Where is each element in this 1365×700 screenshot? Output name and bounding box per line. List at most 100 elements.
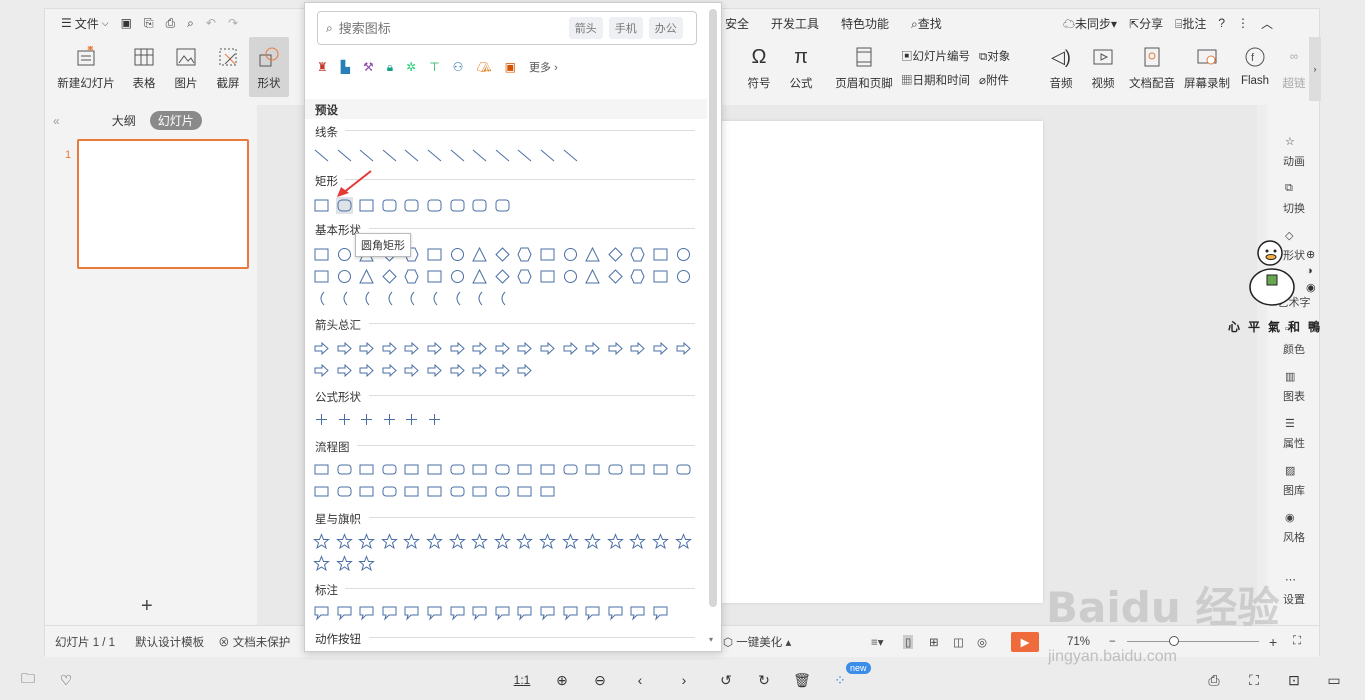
line-shape-icon[interactable] <box>562 147 579 164</box>
star-shape-icon[interactable] <box>313 533 330 550</box>
building-icon[interactable]: ▙ <box>341 60 350 74</box>
star-shape-icon[interactable] <box>358 555 376 572</box>
slide-thumbnail[interactable] <box>77 139 249 269</box>
sorter-view-icon[interactable]: ⊞ <box>929 635 939 649</box>
properties-button[interactable]: ☰ 属性 <box>1283 417 1305 451</box>
bracket-shape-icon[interactable] <box>381 290 398 307</box>
audio-button[interactable]: ◁) 音频 <box>1041 37 1081 97</box>
flow-shape-icon[interactable] <box>494 483 511 500</box>
zoom-in-icon[interactable]: + <box>1269 634 1277 650</box>
arrow-shape-icon[interactable] <box>494 362 511 379</box>
basic-shape-icon[interactable] <box>562 246 579 263</box>
callout-shape-icon[interactable] <box>471 604 488 621</box>
basic-shape-icon[interactable] <box>539 268 556 285</box>
rotate-left-icon[interactable]: ↺ <box>716 670 736 690</box>
callout-shape-icon[interactable] <box>629 604 646 621</box>
tab-features[interactable]: 特色功能 <box>841 15 889 32</box>
flow-shape-icon[interactable] <box>494 461 511 478</box>
basic-shape-icon[interactable] <box>584 246 601 263</box>
rotate-right-icon[interactable]: ↻ <box>754 670 774 690</box>
basic-shape-icon[interactable] <box>652 246 669 263</box>
network-icon[interactable]: ✲ <box>406 60 416 74</box>
settings-button[interactable]: ⋯ 设置 <box>1283 573 1305 607</box>
star-shape-icon[interactable] <box>584 533 602 550</box>
collapse-panel-icon[interactable]: « <box>53 114 60 128</box>
chip-arrow[interactable]: 箭头 <box>568 17 603 39</box>
slide-canvas[interactable] <box>669 121 1043 603</box>
grid-icon[interactable]: ⊕ <box>1306 248 1316 261</box>
rect-shape-icon[interactable] <box>494 197 511 214</box>
billboard-icon[interactable]: ⊤ <box>429 60 439 74</box>
arrow-shape-icon[interactable] <box>358 340 375 357</box>
share-button[interactable]: ⇱分享 <box>1129 15 1163 32</box>
basic-shape-icon[interactable] <box>539 246 556 263</box>
flow-shape-icon[interactable] <box>539 483 556 500</box>
arrow-shape-icon[interactable] <box>403 340 420 357</box>
actual-size-button[interactable]: 1:1 <box>512 670 532 690</box>
line-shape-icon[interactable] <box>313 147 330 164</box>
dropdown-scroll-thumb[interactable] <box>709 9 717 607</box>
export-file-icon[interactable]: ▭ <box>1324 670 1344 690</box>
add-slide-icon[interactable]: + <box>141 595 153 618</box>
hyperlink-button[interactable]: ∞ 超链 <box>1279 37 1309 97</box>
tab-slides[interactable]: 幻灯片 <box>149 111 202 130</box>
screenshot-button[interactable]: 截屏 <box>207 37 249 97</box>
star-shape-icon[interactable] <box>403 533 421 550</box>
template-label[interactable]: 默认设计模板 <box>135 634 204 650</box>
doc-voice-button[interactable]: 文档配音 <box>1127 37 1177 97</box>
flow-shape-icon[interactable] <box>403 461 420 478</box>
star-shape-icon[interactable] <box>539 533 556 550</box>
flow-shape-icon[interactable] <box>584 461 601 478</box>
eq-shape-icon[interactable] <box>313 411 330 428</box>
vertical-scrollbar[interactable] <box>1257 105 1267 625</box>
search-button[interactable]: ⌕查找 <box>911 15 942 32</box>
team-icon[interactable]: ⚇ <box>453 60 464 74</box>
tab-developer[interactable]: 开发工具 <box>771 15 819 32</box>
reading-view-icon[interactable]: ◫ <box>953 635 964 649</box>
fit-window-icon[interactable]: ⛶ <box>1293 635 1301 648</box>
icon-search-input[interactable] <box>338 20 539 36</box>
award-icon[interactable]: ♜ <box>317 60 328 74</box>
star-shape-icon[interactable] <box>448 533 466 550</box>
flow-shape-icon[interactable] <box>471 483 488 500</box>
star-shape-icon[interactable] <box>561 533 579 550</box>
star-shape-icon[interactable] <box>471 533 489 550</box>
basic-shape-icon[interactable] <box>675 268 692 285</box>
help-icon[interactable]: ? <box>1218 16 1225 30</box>
play-button[interactable]: ▶ <box>1011 631 1039 652</box>
basic-shape-icon[interactable] <box>336 268 353 285</box>
file-menu[interactable]: ☰ 文件 ⌵ <box>55 15 115 32</box>
bracket-shape-icon[interactable] <box>336 290 353 307</box>
arrow-shape-icon[interactable] <box>336 340 353 357</box>
apps-icon[interactable]: ⁘ <box>830 670 850 690</box>
callout-shape-icon[interactable] <box>313 604 330 621</box>
transition-button[interactable]: ⧉ 切换 <box>1283 182 1305 216</box>
line-shape-icon[interactable] <box>449 147 466 164</box>
arrow-shape-icon[interactable] <box>652 340 669 357</box>
presenter-view-icon[interactable]: ◎ <box>977 635 987 649</box>
symbol-button[interactable]: Ω 符号 <box>739 37 779 97</box>
basic-shape-icon[interactable] <box>494 268 511 285</box>
eq-shape-icon[interactable] <box>358 411 375 428</box>
printer-icon[interactable]: ⎙ <box>1204 670 1224 690</box>
save-icon[interactable]: ▣ <box>115 16 138 30</box>
basic-shape-icon[interactable] <box>584 268 601 285</box>
arrow-shape-icon[interactable] <box>539 340 556 357</box>
table-button[interactable]: 表格 <box>123 37 165 97</box>
basic-shape-icon[interactable] <box>516 246 533 263</box>
star-shape-icon[interactable] <box>493 533 511 550</box>
basic-shape-icon[interactable] <box>471 246 488 263</box>
flow-shape-icon[interactable] <box>675 461 692 478</box>
comment-button[interactable]: ⌸批注 <box>1175 15 1206 32</box>
star-shape-icon[interactable] <box>358 533 376 550</box>
callout-shape-icon[interactable] <box>449 604 466 621</box>
redo-icon[interactable]: ↷ <box>222 16 244 30</box>
rect-shape-icon[interactable] <box>335 197 353 214</box>
basic-shape-icon[interactable] <box>607 268 624 285</box>
basic-shape-icon[interactable] <box>358 268 375 285</box>
rect-shape-icon[interactable] <box>403 197 420 214</box>
beautify-button[interactable]: ⬡ 一键美化 ▴ <box>723 634 791 650</box>
formula-button[interactable]: π 公式 <box>781 37 821 97</box>
eq-shape-icon[interactable] <box>403 411 420 428</box>
gallery-button[interactable]: ▨ 图库 <box>1283 464 1305 498</box>
